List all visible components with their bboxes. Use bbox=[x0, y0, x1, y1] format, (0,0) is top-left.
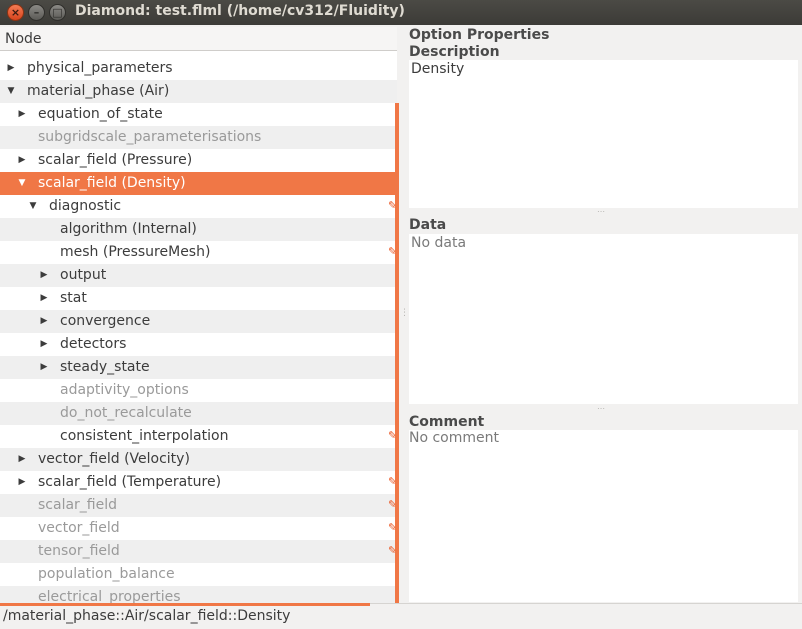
data-label: Data bbox=[409, 217, 447, 233]
expanded-arrow-icon[interactable]: ▼ bbox=[5, 80, 17, 103]
tree-row[interactable]: ▶ stat bbox=[0, 287, 397, 310]
tree-row-label: scalar_field (Temperature) bbox=[38, 474, 222, 490]
tree-row[interactable]: mesh (PressureMesh) ✎ bbox=[0, 241, 397, 264]
tree-row-label: do_not_recalculate bbox=[60, 405, 192, 421]
expanded-arrow-icon[interactable]: ▼ bbox=[16, 172, 28, 195]
tree-row-label: consistent_interpolation bbox=[60, 428, 229, 444]
title-bar: × – □ Diamond: test.flml (/home/cv312/Fl… bbox=[0, 0, 802, 25]
tree-row[interactable]: consistent_interpolation ✎ bbox=[0, 425, 397, 448]
collapsed-arrow-icon[interactable]: ▶ bbox=[38, 287, 50, 310]
collapsed-arrow-icon[interactable]: ▶ bbox=[5, 57, 17, 80]
collapsed-arrow-icon[interactable]: ▶ bbox=[16, 448, 28, 471]
tree-row-label: convergence bbox=[60, 313, 151, 329]
tree-row-label: stat bbox=[60, 290, 87, 306]
tree-rows: ▶ physical_parameters ▼ material_phase (Air… bbox=[0, 57, 397, 603]
tree-row-label: detectors bbox=[60, 336, 127, 352]
tree-row-label: scalar_field bbox=[38, 497, 118, 513]
maximize-icon: □ bbox=[52, 6, 63, 19]
expanded-arrow-icon[interactable]: ▼ bbox=[27, 195, 39, 218]
option-properties-pane: Option Properties Description Density ⋯ … bbox=[407, 27, 802, 603]
tree-row-label: vector_field bbox=[38, 520, 120, 536]
tree-row-label: equation_of_state bbox=[38, 106, 163, 122]
collapsed-arrow-icon[interactable]: ▶ bbox=[16, 149, 28, 172]
collapsed-arrow-icon[interactable]: ▶ bbox=[16, 471, 28, 494]
comment-panel[interactable]: No comment bbox=[409, 430, 798, 602]
options-tree[interactable]: Node ▶ physical_parameters ▼ material_phase… bbox=[0, 27, 397, 603]
close-window-button[interactable]: × bbox=[7, 4, 24, 21]
collapsed-arrow-icon[interactable]: ▶ bbox=[38, 356, 50, 379]
tree-row[interactable]: tensor_field ✎ bbox=[0, 540, 397, 563]
tree-row[interactable]: scalar_field ✎ bbox=[0, 494, 397, 517]
tree-row[interactable]: ▶ equation_of_state bbox=[0, 103, 397, 126]
diamond-window: × – □ Diamond: test.flml (/home/cv312/Fl… bbox=[0, 0, 802, 629]
data-splitter-grip-icon[interactable]: ⋯ bbox=[597, 404, 605, 413]
tree-row-label: electrical_properties bbox=[38, 589, 181, 603]
close-icon: × bbox=[10, 6, 21, 19]
tree-row[interactable]: ▶ vector_field (Velocity) bbox=[0, 448, 397, 471]
collapsed-arrow-icon[interactable]: ▶ bbox=[38, 264, 50, 287]
tree-row[interactable]: ▼ material_phase (Air) bbox=[0, 80, 397, 103]
data-text: No data bbox=[411, 235, 467, 251]
maximize-window-button[interactable]: □ bbox=[49, 4, 66, 21]
collapsed-arrow-icon[interactable]: ▶ bbox=[16, 103, 28, 126]
tree-row-label: scalar_field (Density) bbox=[38, 175, 186, 191]
description-panel: Density bbox=[409, 60, 798, 208]
status-bar: /material_phase::Air/scalar_field::Densi… bbox=[0, 603, 802, 629]
tree-column-header[interactable]: Node bbox=[0, 27, 397, 51]
data-panel: No data bbox=[409, 234, 798, 404]
description-splitter-grip-icon[interactable]: ⋯ bbox=[597, 207, 605, 216]
tree-row[interactable]: ▶ convergence bbox=[0, 310, 397, 333]
tree-row-label: scalar_field (Pressure) bbox=[38, 152, 193, 168]
tree-row[interactable]: do_not_recalculate bbox=[0, 402, 397, 425]
tree-row-label: population_balance bbox=[38, 566, 175, 582]
tree-row-label: adaptivity_options bbox=[60, 382, 189, 398]
tree-row[interactable]: adaptivity_options bbox=[0, 379, 397, 402]
tree-row-label: vector_field (Velocity) bbox=[38, 451, 190, 467]
comment-text: No comment bbox=[409, 430, 500, 446]
option-properties-title: Option Properties bbox=[409, 27, 550, 43]
tree-row[interactable]: population_balance bbox=[0, 563, 397, 586]
tree-row[interactable]: ▶ physical_parameters bbox=[0, 57, 397, 80]
tree-row-label: subgridscale_parameterisations bbox=[38, 129, 262, 145]
tree-row-label: physical_parameters bbox=[27, 60, 173, 76]
tree-row-label: algorithm (Internal) bbox=[60, 221, 197, 237]
tree-row[interactable]: algorithm (Internal) bbox=[0, 218, 397, 241]
tree-row[interactable]: vector_field ✎ bbox=[0, 517, 397, 540]
tree-row-label: material_phase (Air) bbox=[27, 83, 170, 99]
tree-row[interactable]: electrical_properties bbox=[0, 586, 397, 603]
comment-label: Comment bbox=[409, 414, 485, 430]
tree-row[interactable]: ▶ scalar_field (Pressure) bbox=[0, 149, 397, 172]
collapsed-arrow-icon[interactable]: ▶ bbox=[38, 310, 50, 333]
tree-row[interactable]: ▶ steady_state bbox=[0, 356, 397, 379]
status-scroll-indicator bbox=[0, 603, 370, 606]
collapsed-arrow-icon[interactable]: ▶ bbox=[38, 333, 50, 356]
description-label: Description bbox=[409, 44, 500, 60]
minimize-window-button[interactable]: – bbox=[28, 4, 45, 21]
tree-row-label: tensor_field bbox=[38, 543, 120, 559]
tree-row-label: diagnostic bbox=[49, 198, 122, 214]
tree-row-label: steady_state bbox=[60, 359, 150, 375]
description-text: Density bbox=[411, 61, 465, 77]
status-path: /material_phase::Air/scalar_field::Densi… bbox=[3, 608, 291, 624]
tree-row[interactable]: ▼ diagnostic ✎ bbox=[0, 195, 397, 218]
window-title: Diamond: test.flml (/home/cv312/Fluidity… bbox=[75, 3, 405, 19]
tree-row-label: mesh (PressureMesh) bbox=[60, 244, 211, 260]
tree-row[interactable]: ▶ detectors bbox=[0, 333, 397, 356]
tree-row[interactable]: ▶ scalar_field (Temperature) ✎ bbox=[0, 471, 397, 494]
tree-row[interactable]: ▶ output bbox=[0, 264, 397, 287]
tree-row[interactable]: ▼ scalar_field (Density) bbox=[0, 172, 397, 195]
tree-row-label: output bbox=[60, 267, 107, 283]
minimize-icon: – bbox=[33, 6, 40, 19]
tree-row[interactable]: subgridscale_parameterisations bbox=[0, 126, 397, 149]
